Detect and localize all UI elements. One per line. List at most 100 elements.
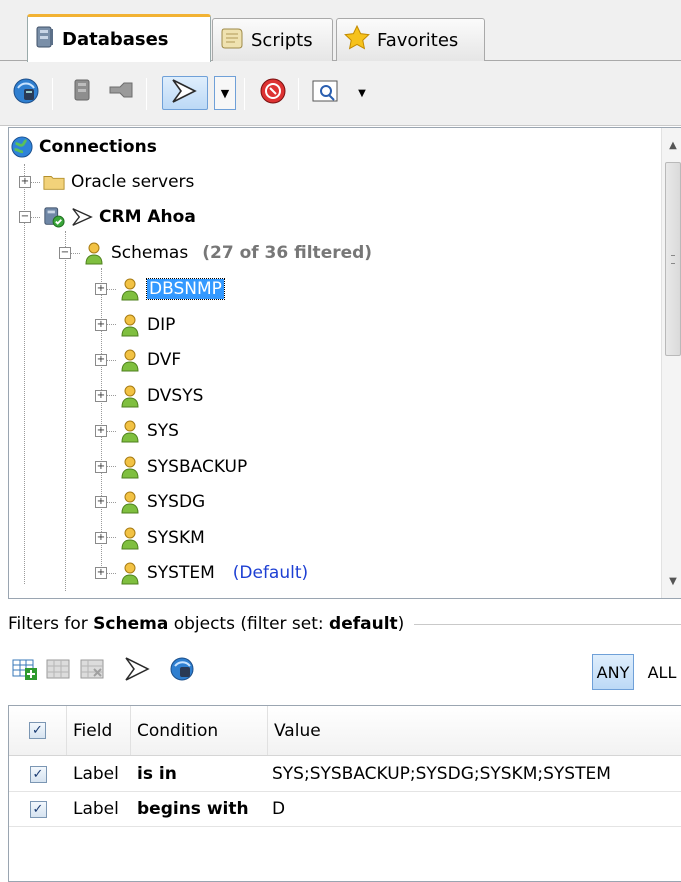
expand-plus-icon[interactable]: + [95, 567, 107, 579]
connect-db-icon [12, 76, 42, 111]
toolbar-separator [298, 78, 299, 110]
disconnect-icon [69, 77, 97, 110]
tree-item-oracle-servers[interactable]: + Oracle servers [19, 165, 194, 199]
tree-dots [107, 324, 116, 325]
expand-plus-icon[interactable]: + [95, 496, 107, 508]
row-check-cell[interactable]: ✓ [9, 792, 67, 826]
crm-connection-label: CRM Ahoa [99, 207, 196, 227]
filter-condition[interactable]: begins with [131, 792, 268, 826]
expand-plus-icon[interactable]: + [95, 354, 107, 366]
stop-button[interactable] [256, 76, 290, 110]
tree-dots [107, 288, 116, 290]
checkbox-checked-icon[interactable]: ✓ [29, 800, 47, 818]
scroll-down-icon[interactable]: ▼ [662, 570, 681, 592]
database-icon [34, 24, 56, 55]
disconnect-button[interactable] [66, 76, 100, 110]
filters-set: default [329, 614, 398, 634]
connections-tree[interactable]: ▲ ▼ Connections + Oracle servers − CRM A… [8, 127, 681, 599]
schema-label: DVF [147, 350, 182, 370]
tree-dots [31, 181, 40, 183]
tree-item-schema[interactable]: + SYS [95, 414, 179, 448]
filter-row[interactable]: ✓ Label is in SYS;SYSBACKUP;SYSDG;SYSKM;SYS… [9, 757, 681, 792]
tree-item-schemas[interactable]: − Schemas (27 of 36 filtered) [59, 236, 372, 270]
globe-icon [11, 135, 33, 159]
refresh-icon [106, 77, 136, 110]
toolbar-separator [52, 78, 53, 110]
search-dropdown[interactable]: ▼ [352, 76, 372, 110]
filters-middle: objects (filter set: [168, 614, 330, 634]
tree-scrollbar[interactable]: ▲ ▼ [661, 128, 681, 598]
expand-plus-icon[interactable]: + [95, 283, 107, 295]
connect-filter-button[interactable] [168, 656, 198, 686]
expand-plus-icon[interactable]: + [95, 318, 107, 331]
scroll-up-icon[interactable]: ▲ [662, 134, 681, 156]
header-check-cell[interactable]: ✓ [9, 706, 67, 755]
tree-item-schema[interactable]: + SYSDG [95, 485, 205, 519]
user-schema-icon [119, 561, 141, 585]
filters-suffix: ) [397, 614, 405, 634]
filter-value[interactable]: D [268, 792, 681, 826]
tab-scripts[interactable]: Scripts [212, 18, 333, 61]
tree-dots [107, 430, 116, 432]
checkbox-checked-icon[interactable]: ✓ [29, 722, 46, 739]
delete-filter-button[interactable] [78, 656, 108, 686]
tree-root-label: Connections [39, 137, 157, 157]
column-header-condition[interactable]: Condition [131, 706, 268, 755]
search-icon [310, 76, 340, 111]
refresh-button[interactable] [104, 76, 138, 110]
user-schema-icon [119, 313, 141, 337]
expand-minus-icon[interactable]: − [19, 211, 31, 223]
tree-root-connections[interactable]: Connections [11, 130, 157, 164]
add-filter-button[interactable] [10, 656, 40, 686]
tab-favorites[interactable]: Favorites [336, 18, 485, 61]
tree-item-schema[interactable]: + SYSBACKUP [95, 450, 247, 484]
tree-item-schema[interactable]: + SYSTEM (Default) [95, 556, 308, 590]
toolbar-separator [158, 656, 159, 686]
apply-filter-button[interactable] [122, 656, 152, 686]
scroll-thumb[interactable] [665, 162, 681, 356]
tree-item-schema[interactable]: + DIP [95, 308, 175, 342]
schema-default-note: (Default) [232, 563, 309, 583]
search-button[interactable] [308, 76, 342, 110]
stop-icon [258, 76, 288, 111]
match-all-toggle[interactable]: ALL [640, 654, 681, 690]
edit-filter-button[interactable] [44, 656, 74, 686]
tree-item-schema[interactable]: + DVF [95, 343, 181, 377]
user-schema-icon [119, 384, 141, 408]
tree-item-schema[interactable]: + DVSYS [95, 379, 203, 413]
connect-button[interactable] [10, 76, 44, 110]
filter-dropdown[interactable]: ▼ [214, 76, 236, 110]
scroll-icon [219, 25, 245, 56]
folder-icon [43, 170, 65, 194]
schemas-label: Schemas [111, 243, 189, 263]
filter-condition[interactable]: is in [131, 757, 268, 791]
tree-item-crm-connection[interactable]: − CRM Ahoa [19, 200, 196, 234]
filter-field[interactable]: Label [67, 757, 131, 791]
expand-plus-icon[interactable]: + [95, 425, 107, 437]
user-schema-icon [119, 490, 141, 514]
tree-connector [65, 231, 66, 591]
tab-databases[interactable]: Databases [27, 14, 211, 62]
tree-dots [107, 537, 116, 538]
tree-item-schema[interactable]: + SYSKM [95, 521, 205, 555]
schema-label: DIP [147, 314, 176, 335]
filter-value[interactable]: SYS;SYSBACKUP;SYSDG;SYSKM;SYSTEM [268, 757, 681, 791]
row-check-cell[interactable]: ✓ [9, 757, 67, 791]
expand-plus-icon[interactable]: + [19, 176, 31, 188]
expand-plus-icon[interactable]: + [95, 460, 107, 473]
expand-plus-icon[interactable]: + [95, 389, 107, 402]
tree-dots [107, 501, 116, 503]
toolbar-separator [114, 656, 115, 686]
filter-row[interactable]: ✓ Label begins with D [9, 792, 681, 827]
expand-minus-icon[interactable]: − [59, 247, 71, 259]
checkbox-checked-icon[interactable]: ✓ [29, 765, 47, 783]
filter-field[interactable]: Label [67, 792, 131, 826]
user-schema-icon [119, 348, 141, 372]
expand-plus-icon[interactable]: + [95, 531, 107, 544]
match-any-toggle[interactable]: ANY [592, 654, 634, 690]
filter-button[interactable] [162, 76, 208, 110]
column-header-value[interactable]: Value [268, 706, 681, 755]
column-header-field[interactable]: Field [67, 706, 131, 755]
filters-header: Filters for Schema objects (filter set: … [8, 614, 681, 634]
tree-item-schema[interactable]: + DBSNMP [95, 272, 225, 306]
